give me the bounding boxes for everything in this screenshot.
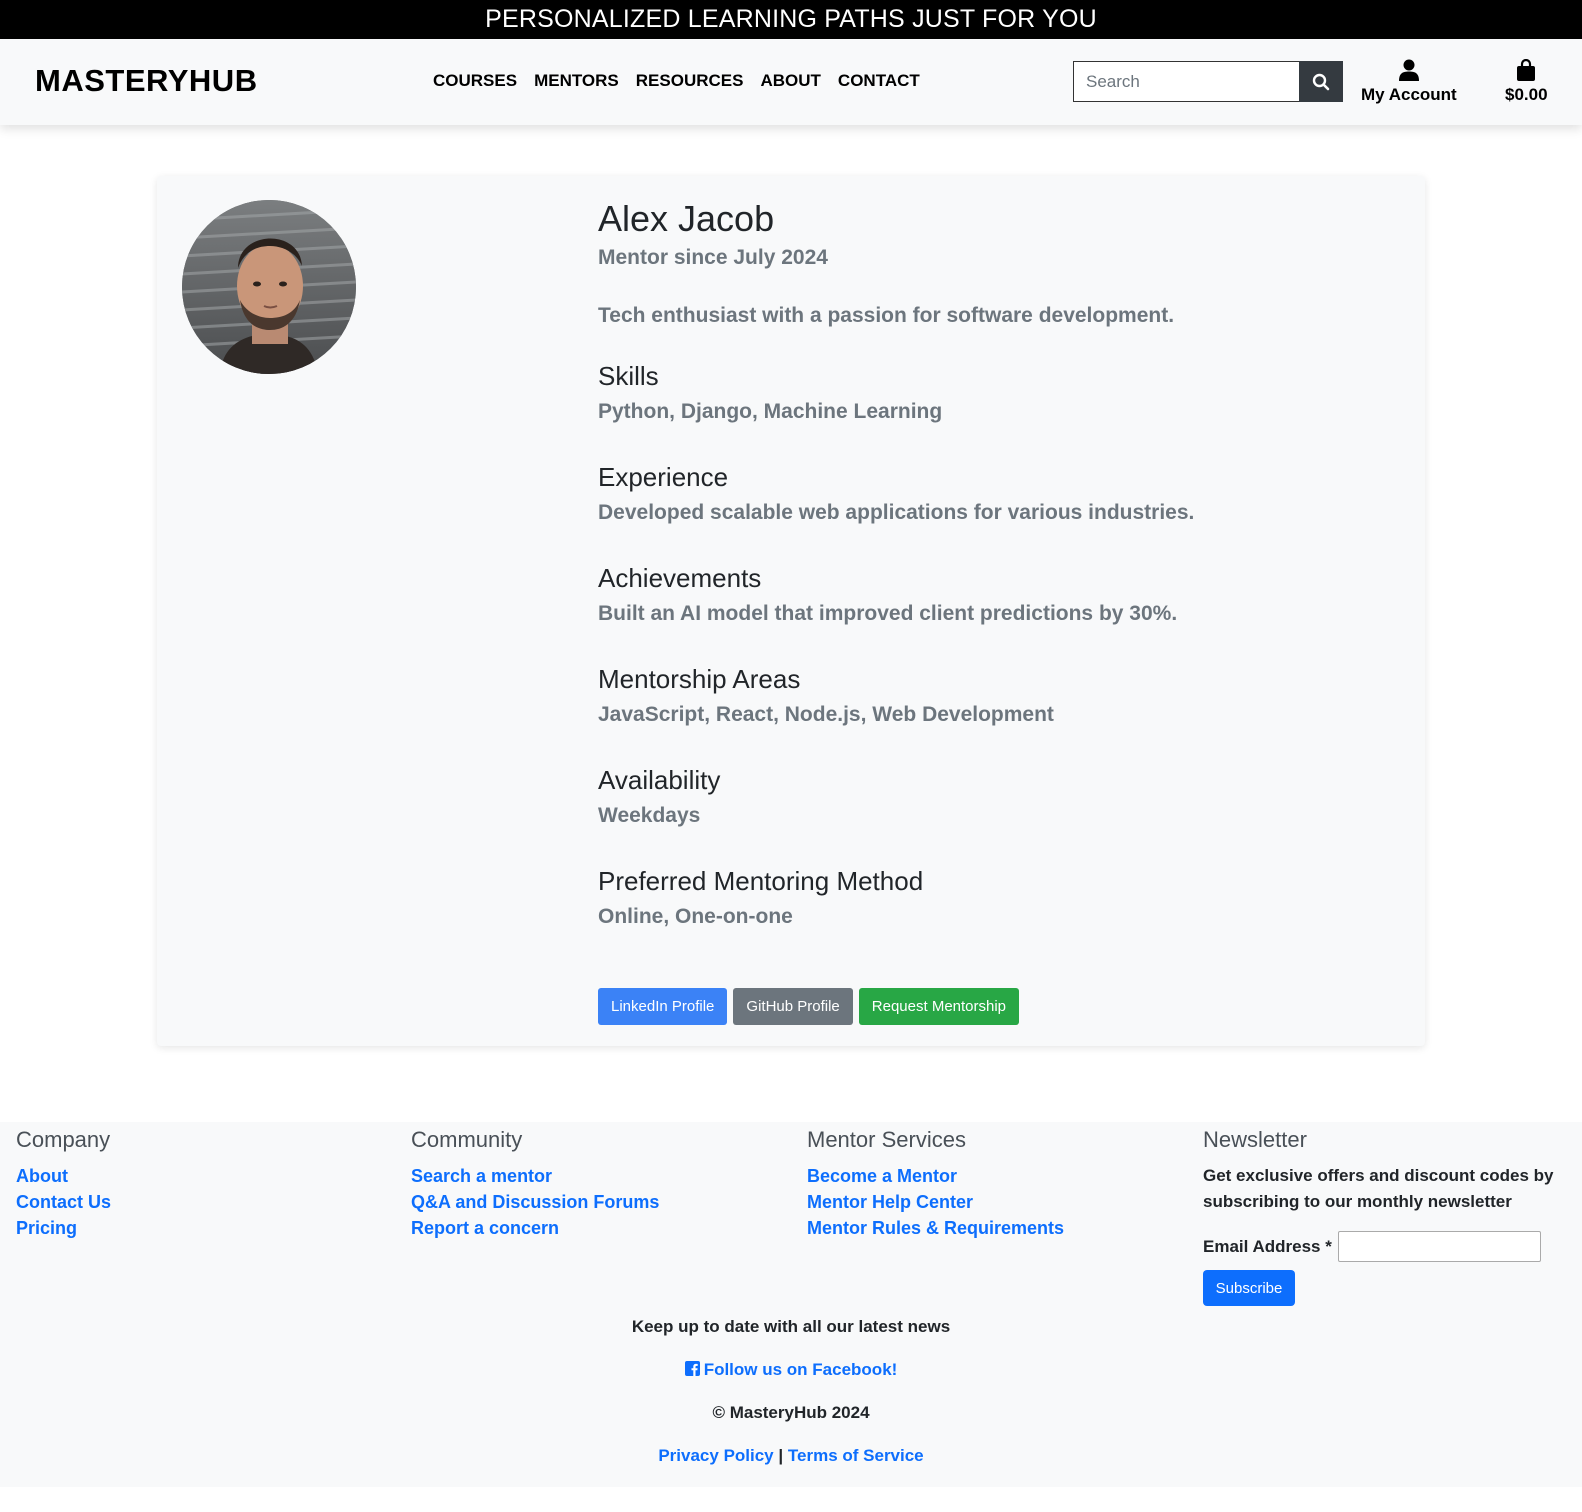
availability-section: Availability Weekdays bbox=[598, 764, 1378, 828]
achievements-section: Achievements Built an AI model that impr… bbox=[598, 562, 1378, 626]
shopping-bag-icon bbox=[1517, 59, 1536, 81]
mentor-tagline: Tech enthusiast with a passion for softw… bbox=[598, 304, 1175, 327]
mentor-name: Alex Jacob bbox=[598, 198, 775, 239]
footer-community: Community Search a mentor Q&A and Discus… bbox=[411, 1127, 659, 1241]
nav-mentors[interactable]: MENTORS bbox=[534, 71, 619, 91]
newsletter-description: Get exclusive offers and discount codes … bbox=[1203, 1166, 1554, 1211]
footer-heading: Community bbox=[411, 1127, 523, 1152]
footer-link-report-concern[interactable]: Report a concern bbox=[411, 1215, 659, 1241]
footer-company: Company About Contact Us Pricing bbox=[16, 1127, 111, 1241]
email-row: Email Address * bbox=[1203, 1231, 1563, 1262]
experience-section: Experience Developed scalable web applic… bbox=[598, 461, 1378, 525]
my-account-link[interactable]: My Account bbox=[1361, 59, 1457, 105]
brand-logo[interactable]: MASTERYHUB bbox=[35, 63, 258, 99]
mentor-profile-card: Alex Jacob Mentor since July 2024 Tech e… bbox=[157, 176, 1425, 1046]
newsletter-email-input[interactable] bbox=[1337, 1231, 1541, 1262]
my-account-label: My Account bbox=[1361, 85, 1457, 104]
linkedin-profile-button[interactable]: LinkedIn Profile bbox=[598, 988, 728, 1025]
terms-of-service-link[interactable]: Terms of Service bbox=[788, 1446, 924, 1465]
footer-link-about[interactable]: About bbox=[16, 1163, 111, 1189]
section-value: Developed scalable web applications for … bbox=[598, 501, 1195, 524]
mentoring-method-section: Preferred Mentoring Method Online, One-o… bbox=[598, 865, 1378, 929]
footer-heading: Mentor Services bbox=[807, 1127, 966, 1152]
cart-total: $0.00 bbox=[1505, 85, 1548, 104]
site-footer: Company About Contact Us Pricing Communi… bbox=[0, 1122, 1582, 1487]
footer-link-contact-us[interactable]: Contact Us bbox=[16, 1189, 111, 1215]
search-input[interactable] bbox=[1073, 61, 1299, 102]
footer-newsletter: Newsletter Get exclusive offers and disc… bbox=[1203, 1127, 1563, 1306]
section-heading: Preferred Mentoring Method bbox=[598, 866, 924, 896]
copyright: © MasteryHub 2024 bbox=[712, 1403, 870, 1422]
mentor-info: Alex Jacob Mentor since July 2024 Tech e… bbox=[598, 196, 1378, 929]
mentorship-areas-section: Mentorship Areas JavaScript, React, Node… bbox=[598, 663, 1378, 727]
section-heading: Skills bbox=[598, 361, 659, 391]
skills-section: Skills Python, Django, Machine Learning bbox=[598, 360, 1378, 424]
promo-banner-text: PERSONALIZED LEARNING PATHS JUST FOR YOU bbox=[485, 5, 1097, 33]
section-heading: Mentorship Areas bbox=[598, 664, 801, 694]
nav-about[interactable]: ABOUT bbox=[760, 71, 820, 91]
promo-banner: PERSONALIZED LEARNING PATHS JUST FOR YOU bbox=[0, 0, 1582, 39]
mentor-since: Mentor since July 2024 bbox=[598, 246, 828, 269]
footer-link-become-mentor[interactable]: Become a Mentor bbox=[807, 1163, 1064, 1189]
keep-up-text: Keep up to date with all our latest news bbox=[631, 1317, 951, 1336]
legal-links: Privacy Policy | Terms of Service bbox=[0, 1446, 1582, 1466]
footer-link-mentor-help[interactable]: Mentor Help Center bbox=[807, 1189, 1064, 1215]
search-button[interactable] bbox=[1299, 61, 1343, 102]
section-heading: Achievements bbox=[598, 563, 762, 593]
nav-contact[interactable]: CONTACT bbox=[838, 71, 920, 91]
footer-mentor-services: Mentor Services Become a Mentor Mentor H… bbox=[807, 1127, 1064, 1241]
section-value: Python, Django, Machine Learning bbox=[598, 400, 943, 423]
section-heading: Experience bbox=[598, 462, 729, 492]
search-icon bbox=[1312, 73, 1330, 90]
footer-link-pricing[interactable]: Pricing bbox=[16, 1215, 111, 1241]
footer-heading: Company bbox=[16, 1127, 111, 1152]
github-profile-button[interactable]: GitHub Profile bbox=[733, 988, 853, 1025]
section-heading: Availability bbox=[598, 765, 721, 795]
cart-link[interactable]: $0.00 bbox=[1505, 59, 1548, 105]
section-value: Online, One-on-one bbox=[598, 905, 793, 928]
footer-link-mentor-rules[interactable]: Mentor Rules & Requirements bbox=[807, 1215, 1064, 1241]
nav-courses[interactable]: COURSES bbox=[433, 71, 517, 91]
footer-link-qa-forums[interactable]: Q&A and Discussion Forums bbox=[411, 1189, 659, 1215]
facebook-link[interactable]: Follow us on Facebook! bbox=[684, 1360, 898, 1379]
nav-resources[interactable]: RESOURCES bbox=[636, 71, 744, 91]
facebook-icon bbox=[684, 1361, 700, 1376]
subscribe-button[interactable]: Subscribe bbox=[1203, 1270, 1295, 1306]
profile-actions: LinkedIn Profile GitHub Profile Request … bbox=[598, 988, 1020, 1025]
footer-heading: Newsletter bbox=[1203, 1127, 1307, 1152]
footer-link-search-mentor[interactable]: Search a mentor bbox=[411, 1163, 659, 1189]
main-nav: COURSES MENTORS RESOURCES ABOUT CONTACT bbox=[433, 71, 920, 91]
search-form bbox=[1073, 61, 1343, 102]
email-label: Email Address * bbox=[1203, 1236, 1332, 1256]
mentor-avatar bbox=[182, 200, 356, 374]
user-icon bbox=[1398, 59, 1419, 81]
legal-separator: | bbox=[778, 1446, 784, 1465]
section-value: Built an AI model that improved client p… bbox=[598, 602, 1178, 625]
section-value: JavaScript, React, Node.js, Web Developm… bbox=[598, 703, 1054, 726]
privacy-policy-link[interactable]: Privacy Policy bbox=[658, 1446, 773, 1465]
section-value: Weekdays bbox=[598, 804, 701, 827]
facebook-row: Follow us on Facebook! bbox=[0, 1360, 1582, 1380]
facebook-link-text: Follow us on Facebook! bbox=[703, 1360, 898, 1379]
top-navbar: MASTERYHUB COURSES MENTORS RESOURCES ABO… bbox=[0, 39, 1582, 125]
request-mentorship-button[interactable]: Request Mentorship bbox=[858, 988, 1020, 1025]
